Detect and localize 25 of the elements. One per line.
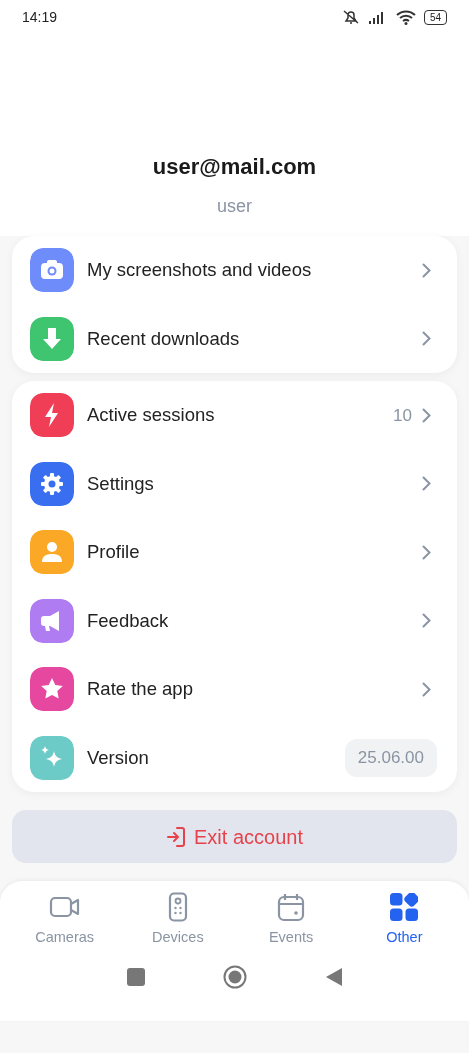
- video-camera-icon: [48, 895, 81, 919]
- menu-item-label[interactable]: Version: [87, 743, 345, 772]
- menu-item-label[interactable]: Recent downloads: [87, 324, 422, 353]
- apps-grid-icon: [390, 893, 419, 921]
- home-button[interactable]: [222, 964, 247, 989]
- clock-text: 14:19: [22, 7, 58, 27]
- account-username: user: [216, 195, 253, 218]
- recents-button[interactable]: [126, 967, 145, 986]
- nav-tab[interactable]: Other: [359, 891, 450, 949]
- mute-bell-icon: [341, 9, 360, 25]
- remote-control-icon: [167, 892, 188, 922]
- battery-level: 54: [423, 9, 447, 25]
- menu-item-label[interactable]: My screenshots and videos: [87, 256, 422, 285]
- account-email: user@mail.com: [151, 153, 318, 181]
- menu-item-label[interactable]: Settings: [87, 469, 422, 498]
- back-button[interactable]: [324, 966, 343, 987]
- wifi-icon: [395, 9, 416, 25]
- menu-item-label[interactable]: Profile: [87, 538, 422, 567]
- session-count: 10: [393, 404, 412, 427]
- exit-icon: [166, 825, 186, 848]
- menu-item-label[interactable]: Rate the app: [87, 675, 422, 704]
- version-badge: 25.06.00: [344, 739, 437, 777]
- calendar-icon: [277, 892, 306, 922]
- menu-item-label[interactable]: Active sessions: [87, 401, 394, 430]
- menu-item-label[interactable]: Feedback: [87, 606, 422, 635]
